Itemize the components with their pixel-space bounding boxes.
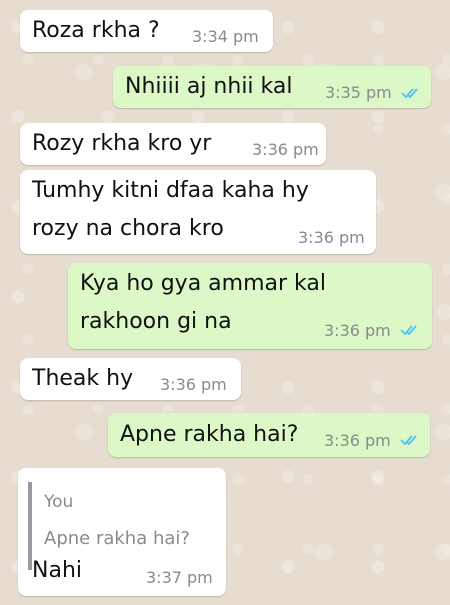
message-bubble-outgoing[interactable]: Apne rakha hai? 3:36 pm xyxy=(108,413,430,457)
message-time: 3:36 pm xyxy=(298,228,365,247)
message-text: Rozy rkha kro yr xyxy=(32,131,212,156)
message-bubble-incoming-reply[interactable]: You Apne rakha hai? Nahi 3:37 pm xyxy=(18,468,226,596)
double-check-icon xyxy=(400,435,417,446)
message-text: Nhiiii aj nhii kal xyxy=(125,74,293,99)
double-check-icon xyxy=(401,88,418,99)
message-text: Apne rakha hai? xyxy=(120,422,299,447)
message-time: 3:36 pm xyxy=(160,375,227,394)
message-bubble-incoming[interactable]: Theak hy 3:36 pm xyxy=(20,358,241,400)
message-time: 3:36 pm xyxy=(252,140,319,159)
message-time: 3:36 pm xyxy=(324,321,391,340)
message-bubble-outgoing[interactable]: Nhiiii aj nhii kal 3:35 pm xyxy=(113,66,431,108)
message-text-line-2: rakhoon gi na xyxy=(80,309,232,334)
message-bubble-incoming[interactable]: Tumhy kitni dfaa kaha hy rozy na chora k… xyxy=(20,170,376,254)
message-text: Roza rkha ? xyxy=(32,18,160,43)
double-check-icon xyxy=(400,325,417,336)
message-time: 3:36 pm xyxy=(324,431,391,450)
message-time: 3:34 pm xyxy=(192,27,259,46)
message-bubble-outgoing[interactable]: Kya ho gya ammar kal rakhoon gi na 3:36 … xyxy=(68,263,432,349)
message-bubble-incoming[interactable]: Rozy rkha kro yr 3:36 pm xyxy=(20,123,326,165)
message-text: Theak hy xyxy=(32,366,134,391)
quoted-message-author: You xyxy=(44,492,74,512)
message-text-line-2: rozy na chora kro xyxy=(32,216,224,241)
message-time: 3:37 pm xyxy=(146,568,213,587)
message-bubble-incoming[interactable]: Roza rkha ? 3:34 pm xyxy=(20,10,273,52)
message-text-line-1: Tumhy kitni dfaa kaha hy xyxy=(32,178,309,203)
quoted-message-text: Apne rakha hai? xyxy=(44,528,190,549)
message-text: Nahi xyxy=(32,558,82,583)
message-text-line-1: Kya ho gya ammar kal xyxy=(80,271,326,296)
message-time: 3:35 pm xyxy=(325,83,392,102)
